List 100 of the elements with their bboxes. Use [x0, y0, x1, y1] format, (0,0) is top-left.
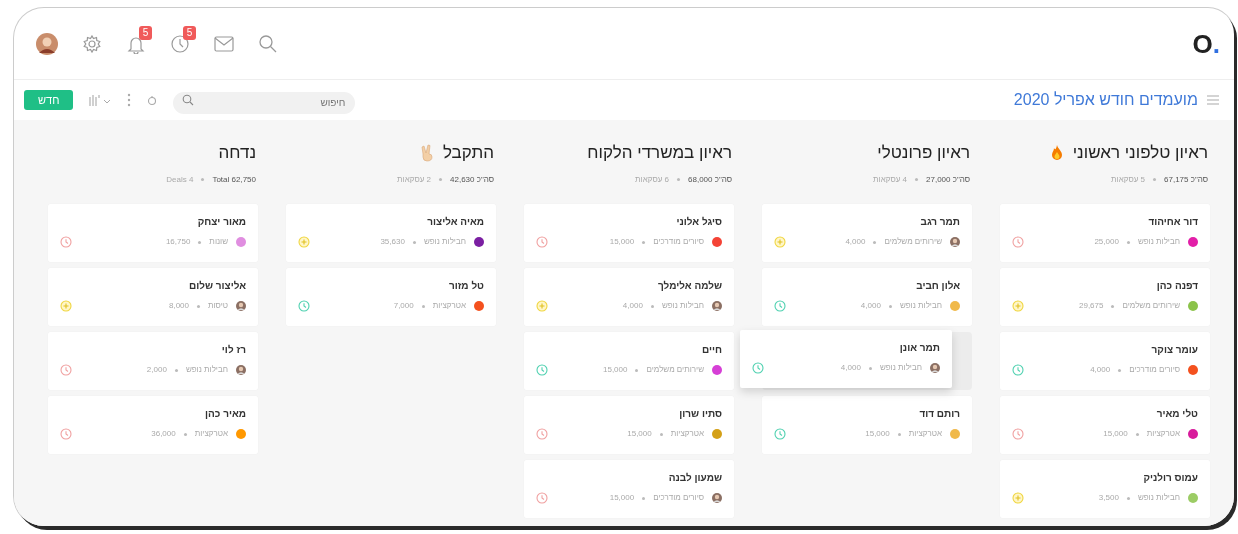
column-title: התקבל: [442, 142, 494, 164]
deal-tag: אטרקציות: [194, 428, 228, 440]
separator-dot: [1153, 178, 1157, 181]
deal-amount: 8,000: [168, 300, 189, 312]
separator-dot: [412, 240, 416, 244]
deal-tag: אטרקציות: [432, 300, 466, 312]
clock-icon[interactable]: [536, 364, 548, 376]
clock-icon[interactable]: [1012, 428, 1024, 440]
deal-amount: 4,000: [622, 300, 643, 312]
notification-badge: 5: [139, 25, 152, 40]
deal-name: עמוס רולניק: [1142, 471, 1198, 485]
avatar-icon: [712, 493, 722, 503]
deal-amount: 7,000: [393, 300, 414, 312]
search-field[interactable]: חיפוש: [173, 91, 356, 114]
logo: O.: [1192, 30, 1220, 57]
deal-amount: 36,000: [151, 428, 176, 440]
add-icon[interactable]: [1012, 492, 1024, 504]
deal-tag: טיסות: [208, 300, 228, 312]
clock-icon[interactable]: [60, 364, 72, 376]
add-icon[interactable]: [536, 300, 548, 312]
separator-dot: [1126, 240, 1130, 244]
deal-amount: 15,000: [609, 492, 635, 504]
deal-amount: 15,000: [603, 364, 628, 376]
clock-icon[interactable]: [752, 362, 764, 374]
deal-tag: חבילות נופש: [423, 236, 466, 248]
deal-tag: סיורים מודרכים: [1129, 364, 1180, 376]
column-title: ראיון פרונטלי: [877, 142, 970, 164]
deal-name: מאיה אליצור: [426, 215, 484, 229]
separator-dot: [174, 368, 178, 372]
add-icon[interactable]: [774, 236, 786, 248]
deal-tag: סיורים מודרכים: [653, 236, 704, 248]
avatar-icon: [712, 301, 722, 311]
deal-name: מאיר כהן: [204, 407, 246, 421]
settings-icon[interactable]: [82, 33, 102, 54]
separator-dot: [183, 432, 187, 436]
avatar-icon: [950, 237, 960, 247]
deal-name: דור אחיהוד: [1147, 215, 1198, 229]
deal-name: טלי מאיר: [1155, 407, 1198, 421]
more-icon[interactable]: [127, 93, 132, 107]
separator-dot: [915, 178, 919, 181]
add-icon[interactable]: [60, 300, 72, 312]
deal-name: חיים: [700, 343, 722, 357]
deal-amount: 4,000: [1090, 364, 1111, 376]
mail-icon[interactable]: [214, 33, 234, 54]
separator-dot: [897, 432, 901, 436]
clock-icon[interactable]: [536, 492, 548, 504]
clock-icon[interactable]: [536, 236, 548, 248]
deal-amount: 3,500: [1098, 492, 1119, 504]
bell-icon[interactable]: [126, 34, 146, 55]
deal-name: תמר רגב: [919, 215, 960, 229]
deal-count: 2 עסקאות: [397, 173, 432, 186]
separator-dot: [642, 240, 646, 244]
clock-icon[interactable]: [536, 428, 548, 440]
separator-dot: [201, 178, 205, 181]
deal-amount: 25,000: [1094, 236, 1119, 248]
avatar-icon[interactable]: [36, 32, 58, 55]
separator-dot: [677, 178, 681, 181]
deal-tag: אטרקציות: [670, 428, 704, 440]
clock-icon[interactable]: [298, 300, 310, 312]
deal-count: 4 עסקאות: [873, 173, 908, 186]
search-icon: [182, 94, 195, 106]
clock-icon[interactable]: [1012, 236, 1024, 248]
clock-icon[interactable]: [60, 428, 72, 440]
clock-icon[interactable]: [774, 428, 786, 440]
deal-name: תמר אונן: [898, 341, 940, 355]
column-title: ראיון טלפוני ראשוני: [1072, 142, 1208, 164]
deal-amount: 2,000: [146, 364, 167, 376]
clock-icon[interactable]: [60, 236, 72, 248]
deal-tag: סיורים מודרכים: [653, 492, 704, 504]
board-view-icon[interactable]: [89, 93, 112, 107]
reminder-badge: 5: [183, 25, 196, 40]
separator-dot: [873, 240, 877, 244]
search-icon[interactable]: [258, 33, 278, 54]
deal-tag: חבילות נופש: [1137, 236, 1180, 248]
clock-icon[interactable]: [1012, 364, 1024, 376]
clock-icon[interactable]: [170, 34, 190, 55]
clock-icon[interactable]: [774, 300, 786, 312]
deal-tag: חבילות נופש: [185, 364, 228, 376]
separator-dot: [868, 366, 872, 370]
menu-icon[interactable]: [1206, 94, 1220, 106]
add-icon[interactable]: [1012, 300, 1024, 312]
deal-name: רותם דוד: [918, 407, 960, 421]
deal-name: רז לוי: [220, 343, 246, 357]
deal-tag: חבילות נופש: [1137, 492, 1180, 504]
deal-count: 6 עסקאות: [635, 173, 670, 186]
deal-tag: שונות: [209, 236, 228, 248]
separator-dot: [1111, 304, 1115, 308]
deal-name: טל מזור: [447, 279, 484, 293]
separator-dot: [197, 304, 200, 308]
column-title: ראיון במשרדי הלקוח: [587, 142, 732, 164]
deal-amount: 15,000: [865, 428, 890, 440]
deal-name: מאור יצחק: [196, 215, 246, 229]
deal-amount: 35,630: [380, 236, 405, 248]
separator-dot: [1135, 432, 1139, 436]
deal-tag: שירותים משלמים: [646, 364, 704, 376]
deal-name: שלמה אלימלך: [657, 279, 722, 293]
refresh-icon[interactable]: [147, 94, 158, 106]
deal-amount: 15,000: [627, 428, 652, 440]
add-icon[interactable]: [298, 236, 310, 248]
separator-dot: [888, 304, 892, 308]
